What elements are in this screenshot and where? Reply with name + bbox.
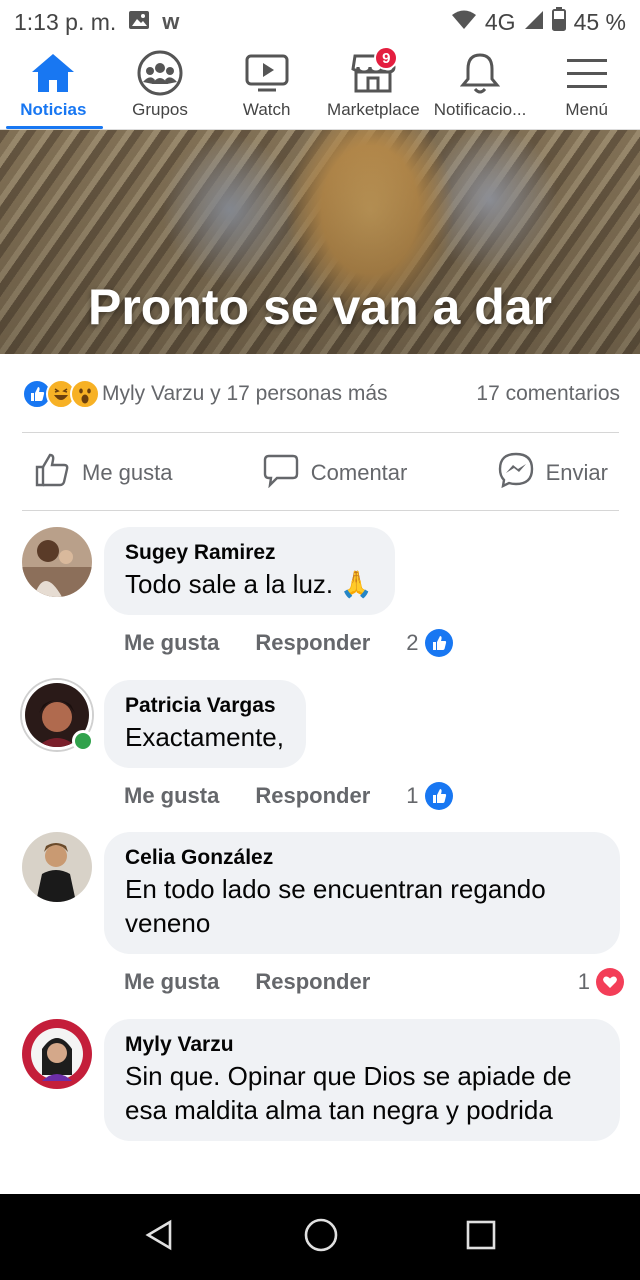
comment-item: Celia González En todo lado se encuentra…	[22, 832, 624, 1002]
comment-icon	[263, 452, 299, 494]
send-button[interactable]: Enviar	[486, 452, 620, 494]
reactions-text: Myly Varzu y 17 personas más	[102, 382, 388, 405]
like-reaction-icon	[424, 782, 453, 810]
comment-meta: Me gusta Responder 2	[124, 625, 624, 661]
avatar[interactable]	[22, 832, 92, 902]
signal-icon	[524, 9, 544, 36]
comment-bubble[interactable]: Patricia Vargas Exactamente,	[104, 680, 306, 768]
tab-label: Marketplace	[327, 100, 420, 119]
tab-label: Notificacio...	[433, 100, 527, 119]
reactions-summary[interactable]: Myly Varzu y 17 personas más 17 comentar…	[22, 374, 620, 414]
home-icon	[28, 50, 78, 96]
system-navigation-bar	[0, 1194, 640, 1280]
tab-label: Watch	[242, 100, 291, 119]
comment-reply-button[interactable]: Responder	[255, 630, 370, 656]
post-actions: Me gusta Comentar Enviar	[22, 440, 620, 506]
bell-icon	[455, 50, 505, 96]
comment-item: Patricia Vargas Exactamente, Me gusta Re…	[22, 680, 622, 810]
tab-notificaciones[interactable]: Notificacio...	[427, 44, 534, 129]
comment-meta: Me gusta Responder 1	[124, 964, 624, 1000]
wow-reaction-icon	[70, 379, 100, 409]
tab-noticias[interactable]: Noticias	[0, 44, 107, 129]
app-notification-icon: w	[162, 9, 180, 34]
avatar[interactable]	[22, 1019, 92, 1089]
comment-reactions[interactable]: 1	[406, 782, 453, 810]
love-reaction-icon	[596, 968, 624, 996]
comments-count[interactable]: 17 comentarios	[476, 382, 620, 406]
tab-label: Menú	[565, 100, 608, 119]
comment-like-button[interactable]: Me gusta	[124, 783, 219, 809]
comment-text: Sin que. Opinar que Dios se apiade de es…	[125, 1061, 572, 1125]
tab-grupos[interactable]: Grupos	[107, 44, 214, 129]
status-time: 1:13 p. m.	[14, 8, 117, 35]
avatar[interactable]	[22, 527, 92, 597]
reaction-count: 1	[406, 783, 419, 808]
comment-item: Myly Varzu Sin que. Opinar que Dios se a…	[22, 1019, 622, 1194]
messenger-icon	[498, 452, 534, 494]
recents-icon[interactable]	[465, 1219, 497, 1256]
comment-like-button[interactable]: Me gusta	[124, 969, 219, 995]
send-label: Enviar	[545, 460, 608, 485]
marketplace-icon: 9	[348, 46, 399, 96]
comment-like-button[interactable]: Me gusta	[124, 630, 219, 656]
tab-menu[interactable]: Menú	[533, 44, 640, 129]
online-status-indicator	[72, 730, 94, 752]
comment-bubble[interactable]: Celia González En todo lado se encuentra…	[104, 832, 620, 954]
comment-author[interactable]: Patricia Vargas	[125, 692, 284, 720]
comment-text: Exactamente,	[125, 722, 284, 752]
comment-item: Sugey Ramirez Todo sale a la luz. 🙏 Me g…	[22, 527, 622, 657]
like-reaction-icon	[424, 629, 453, 657]
tab-marketplace[interactable]: 9 Marketplace	[320, 44, 427, 129]
thumbs-up-icon	[34, 452, 70, 494]
comment-reactions[interactable]: 2	[406, 629, 453, 657]
image-caption: Pronto se van a dar	[87, 279, 553, 335]
comment-author[interactable]: Sugey Ramirez	[125, 539, 373, 567]
tab-watch[interactable]: Watch	[213, 44, 320, 129]
tab-label: Noticias	[20, 100, 87, 119]
post-image[interactable]: Pronto se van a dar	[0, 130, 640, 354]
top-navigation: Noticias Grupos Watch 9 Marketplace Noti…	[0, 44, 640, 130]
comment-author[interactable]: Myly Varzu	[125, 1031, 598, 1059]
gallery-icon	[128, 9, 150, 36]
status-bar: 1:13 p. m. w 4G 45 %	[0, 0, 640, 44]
hamburger-icon	[562, 50, 612, 96]
reaction-icons	[22, 379, 100, 409]
tab-label: Grupos	[132, 100, 188, 119]
comment-bubble[interactable]: Myly Varzu Sin que. Opinar que Dios se a…	[104, 1019, 620, 1141]
like-label: Me gusta	[82, 460, 173, 485]
home-button-icon[interactable]	[303, 1217, 339, 1258]
comment-author[interactable]: Celia González	[125, 844, 598, 872]
comment-reply-button[interactable]: Responder	[255, 783, 370, 809]
comment-meta: Me gusta Responder 1	[124, 778, 624, 814]
battery-icon	[551, 7, 566, 37]
wifi-icon	[451, 9, 477, 36]
comment-text: En todo lado se encuentran regando venen…	[125, 874, 546, 938]
like-button[interactable]: Me gusta	[22, 452, 185, 494]
battery-percent: 45 %	[573, 8, 626, 35]
groups-icon	[135, 50, 185, 96]
divider	[22, 432, 619, 433]
reaction-count: 2	[406, 630, 419, 655]
comment-text: Todo sale a la luz. 🙏	[125, 569, 373, 599]
reaction-count: 1	[577, 969, 590, 994]
watch-icon	[242, 50, 292, 96]
back-icon[interactable]	[143, 1218, 177, 1257]
comment-button[interactable]: Comentar	[251, 452, 420, 494]
comment-reply-button[interactable]: Responder	[255, 969, 370, 995]
divider	[22, 510, 619, 511]
comment-reactions[interactable]: 1	[578, 968, 624, 996]
comment-label: Comentar	[310, 460, 408, 485]
comment-bubble[interactable]: Sugey Ramirez Todo sale a la luz. 🙏	[104, 527, 395, 615]
network-type: 4G	[484, 8, 516, 35]
